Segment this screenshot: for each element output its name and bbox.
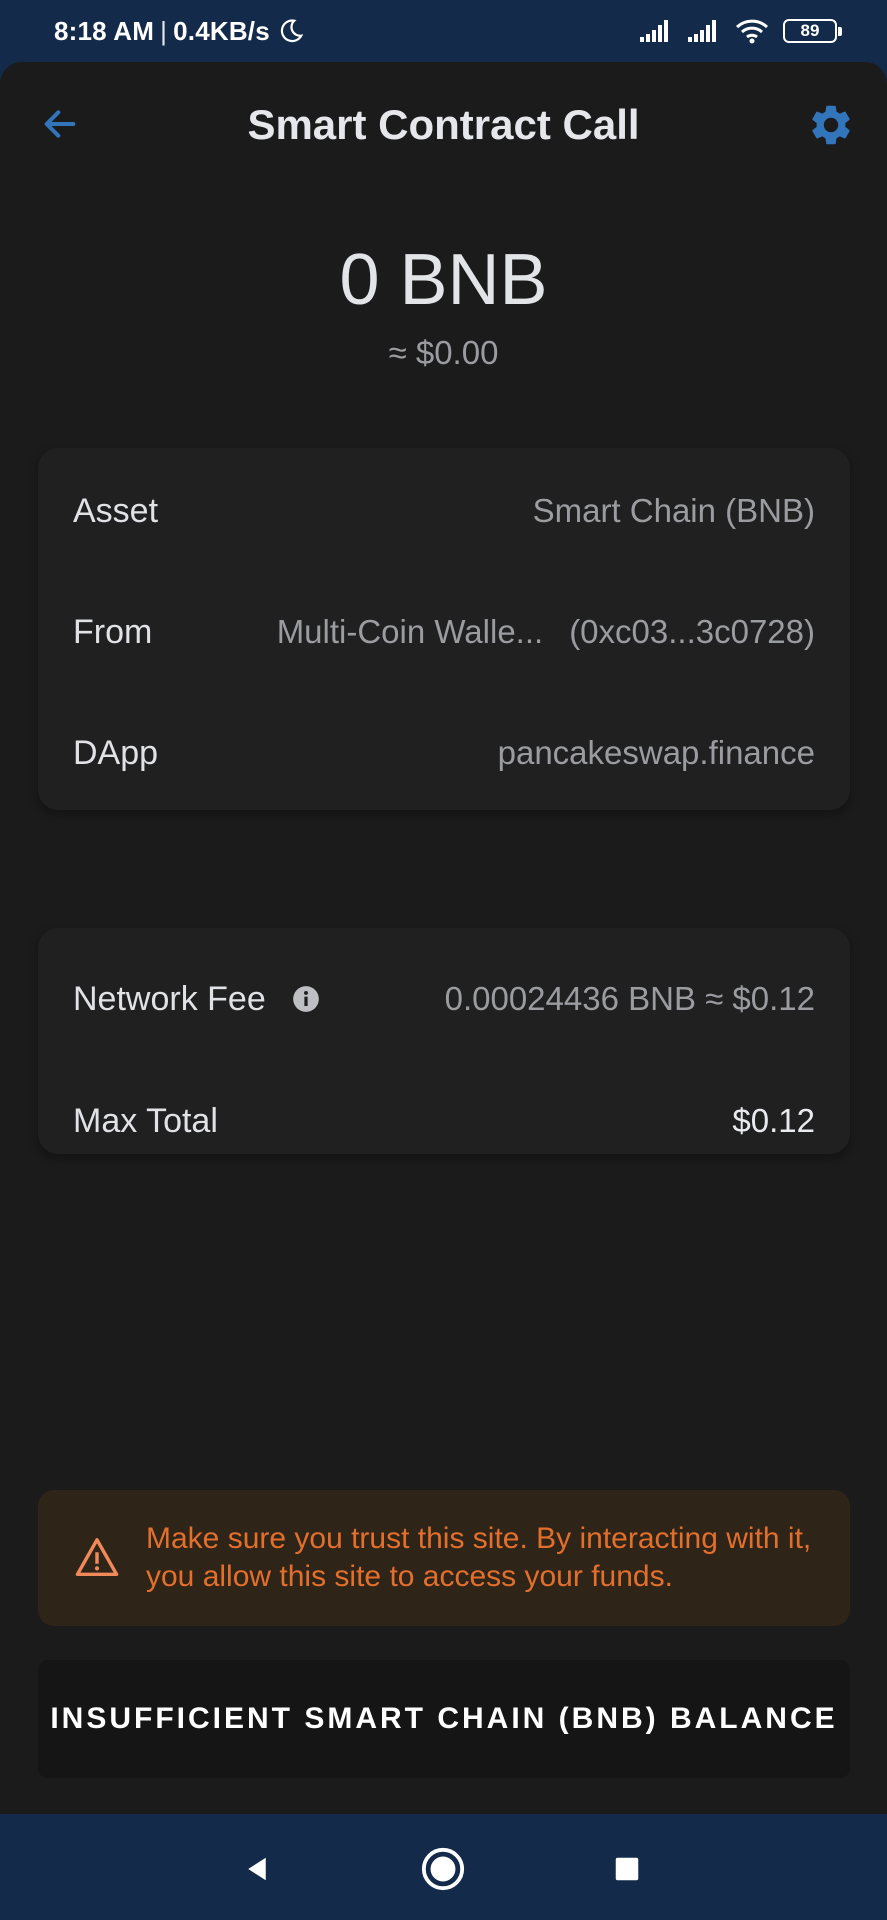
insufficient-balance-button[interactable]: INSUFFICIENT SMART CHAIN (BNB) BALANCE bbox=[38, 1660, 850, 1778]
max-total-label: Max Total bbox=[73, 1101, 218, 1140]
dapp-label: DApp bbox=[73, 733, 159, 772]
page-title: Smart Contract Call bbox=[247, 101, 640, 148]
triangle-back-icon bbox=[248, 1857, 266, 1881]
dapp-row: DApp pancakeswap.finance bbox=[73, 723, 815, 783]
status-separator: | bbox=[160, 15, 168, 46]
transaction-screen: Smart Contract Call 0 BNB ≈ $0.00 Asset … bbox=[0, 62, 887, 1814]
square-recents-icon bbox=[615, 1857, 639, 1881]
max-total-value: $0.12 bbox=[732, 1102, 815, 1139]
from-label: From bbox=[73, 612, 153, 651]
system-nav-bar bbox=[0, 1814, 887, 1920]
dapp-value: pancakeswap.finance bbox=[497, 734, 815, 771]
status-time: 8:18 AM bbox=[54, 15, 155, 46]
status-network-speed: 0.4KB/s bbox=[173, 15, 270, 46]
wifi-icon bbox=[735, 19, 769, 44]
battery-level: 89 bbox=[800, 21, 820, 40]
max-total-row: Max Total $0.12 bbox=[73, 1091, 815, 1151]
arrow-left-icon bbox=[44, 110, 76, 138]
status-bar: 8:18 AM | 0.4KB/s 89 bbox=[0, 0, 887, 62]
nav-back-button[interactable] bbox=[232, 1844, 282, 1894]
amount-fiat: ≈ $0.00 bbox=[388, 334, 499, 371]
amount-crypto: 0 BNB bbox=[339, 240, 548, 320]
settings-button[interactable] bbox=[806, 100, 856, 150]
circle-home-icon bbox=[421, 1847, 465, 1891]
battery-indicator: 89 bbox=[783, 19, 842, 43]
warning-triangle-icon bbox=[74, 1535, 120, 1581]
signal-icon bbox=[640, 20, 668, 42]
details-card: Asset Smart Chain (BNB) From Multi-Coin … bbox=[38, 448, 850, 810]
from-wallet-name: Multi-Coin Walle... bbox=[276, 613, 544, 650]
network-fee-value: 0.00024436 BNB ≈ $0.12 bbox=[444, 980, 815, 1017]
nav-home-button[interactable] bbox=[418, 1844, 468, 1894]
nav-recents-button[interactable] bbox=[602, 1844, 652, 1894]
asset-label: Asset bbox=[73, 491, 159, 530]
gear-icon bbox=[812, 105, 850, 145]
status-right: 89 bbox=[639, 18, 842, 44]
info-icon[interactable] bbox=[292, 985, 320, 1013]
network-fee-label: Network Fee bbox=[73, 979, 266, 1018]
warning-text: Make sure you trust this site. By intera… bbox=[146, 1522, 812, 1593]
moon-icon bbox=[280, 19, 304, 43]
status-left: 8:18 AM | 0.4KB/s bbox=[54, 16, 304, 47]
from-value: Multi-Coin Walle... (0xc03...3c0728) bbox=[277, 613, 815, 651]
trust-warning-banner: Make sure you trust this site. By intera… bbox=[38, 1490, 850, 1626]
back-button[interactable] bbox=[38, 102, 82, 146]
fees-card: Network Fee 0.00024436 BNB ≈ $0.12 Max T… bbox=[38, 928, 850, 1154]
asset-value: Smart Chain (BNB) bbox=[532, 492, 815, 529]
from-row: From Multi-Coin Walle... (0xc03...3c0728… bbox=[73, 602, 815, 662]
network-fee-row[interactable]: Network Fee 0.00024436 BNB ≈ $0.12 bbox=[73, 969, 815, 1029]
from-wallet-address: (0xc03...3c0728) bbox=[569, 613, 815, 650]
signal-icon-2 bbox=[688, 20, 716, 42]
asset-row: Asset Smart Chain (BNB) bbox=[73, 481, 815, 541]
top-bar: Smart Contract Call bbox=[0, 62, 887, 192]
network-fee-label-wrap: Network Fee bbox=[73, 980, 320, 1019]
